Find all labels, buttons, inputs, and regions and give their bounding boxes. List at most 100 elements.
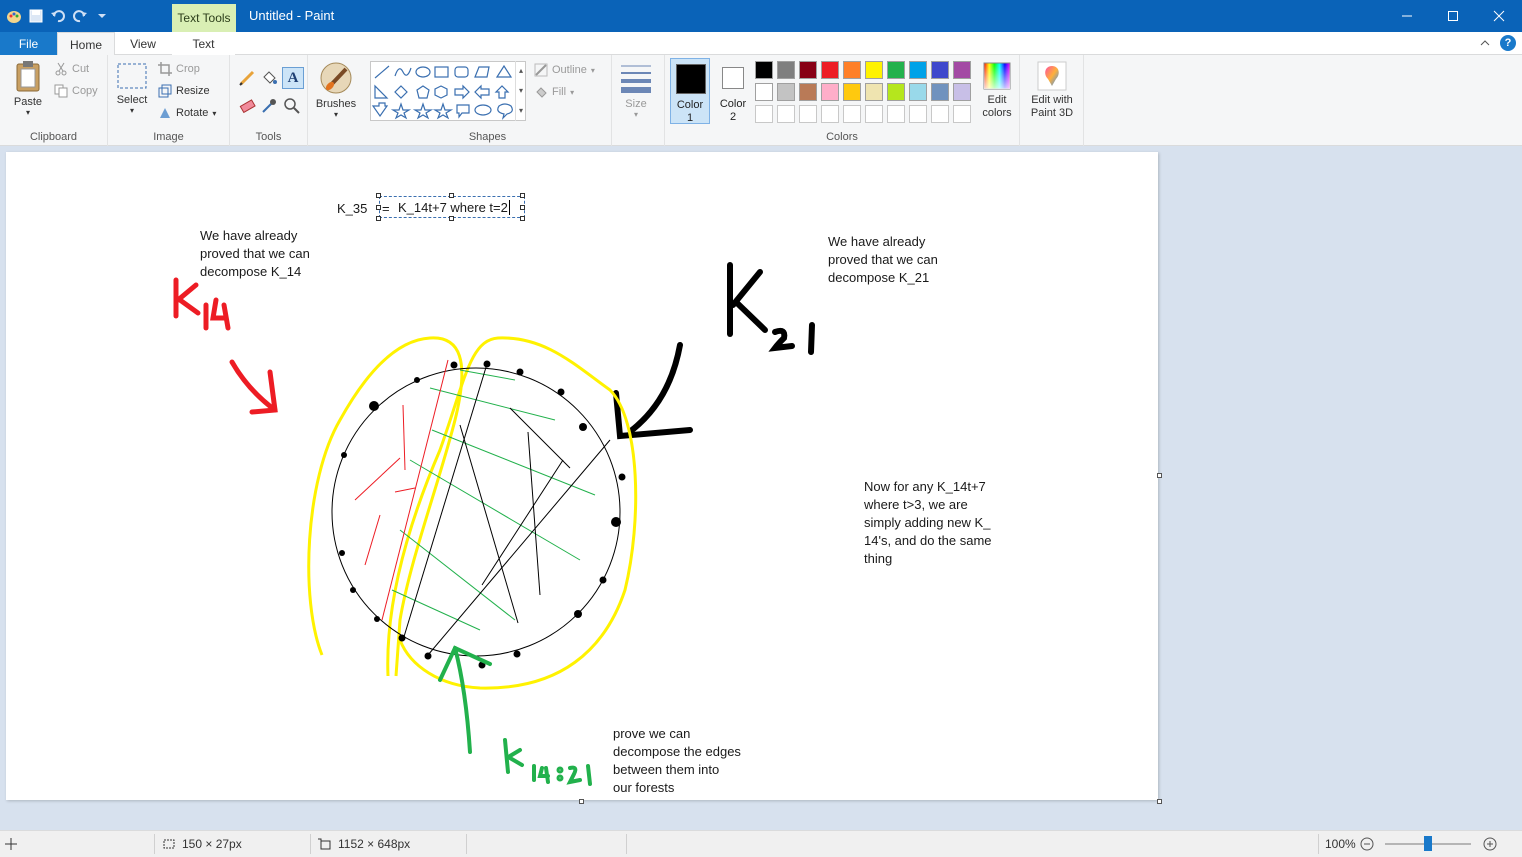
title-bar: Text Tools Untitled - Paint [0,0,1522,32]
select-button[interactable]: Select ▾ [114,61,150,115]
pencil-icon[interactable] [238,69,256,87]
rotate-button[interactable]: Rotate ▾ [158,106,216,120]
size-button[interactable]: Size ▾ [616,61,656,119]
palette-swatch[interactable] [755,105,773,123]
shapes-gallery-icons [371,64,513,120]
minimize-button[interactable] [1384,0,1430,32]
palette-swatch[interactable] [953,83,971,101]
zoom-out-icon[interactable] [1360,837,1374,851]
crop-button[interactable]: Crop [158,62,200,76]
text-box-handle-mr[interactable] [520,205,525,210]
palette-swatch[interactable] [799,105,817,123]
palette-swatch[interactable] [821,83,839,101]
fill-button[interactable]: Fill ▾ [534,85,574,99]
tab-text[interactable]: Text [172,32,235,55]
save-icon[interactable] [28,8,44,24]
fill-label: Fill [552,86,567,98]
text-box-handle-bc[interactable] [449,216,454,221]
customize-qat-icon[interactable] [94,8,110,24]
line-size-icon [621,65,651,93]
palette-swatch[interactable] [843,83,861,101]
magnifier-icon[interactable] [283,97,301,115]
color2-swatch [722,67,744,89]
paint-app-icon[interactable] [6,8,22,24]
text-box-handle-tc[interactable] [449,193,454,198]
help-icon[interactable]: ? [1500,35,1516,51]
palette-swatch[interactable] [755,61,773,79]
tab-home[interactable]: Home [57,32,115,56]
drawing-canvas[interactable]: K_35 = K_14t+7 where t=2 We have already… [6,152,1158,800]
edit-with-paint3d-button[interactable]: Edit with Paint 3D [1024,61,1080,120]
copy-button[interactable]: Copy [54,84,98,98]
canvas-size-icon [318,838,331,850]
resize-icon [158,84,172,98]
cut-label: Cut [72,63,90,75]
brushes-button[interactable]: Brushes ▾ [312,61,360,119]
palette-swatch[interactable] [755,83,773,101]
color-picker-icon[interactable] [260,97,278,115]
palette-swatch[interactable] [887,61,905,79]
palette-swatch[interactable] [777,61,795,79]
fill-bucket-icon[interactable] [260,69,278,87]
tab-view[interactable]: View [115,32,171,55]
palette-swatch[interactable] [799,61,817,79]
redo-icon[interactable] [72,8,88,24]
resize-button[interactable]: Resize [158,84,210,98]
edit-colors-label-1: Edit [987,94,1007,106]
palette-swatch[interactable] [799,83,817,101]
palette-swatch[interactable] [953,61,971,79]
shapes-group: ▴ ▾ ▾ Outline ▾ Fill ▾ Shapes [364,55,612,146]
palette-swatch[interactable] [865,83,883,101]
palette-swatch[interactable] [777,83,795,101]
bottom-note: prove we can decompose the edges between… [613,726,741,795]
outline-button[interactable]: Outline ▾ [534,63,595,77]
palette-swatch[interactable] [821,105,839,123]
collapse-ribbon-icon[interactable] [1480,38,1490,48]
palette-swatch[interactable] [953,105,971,123]
color2-button[interactable]: Color 2 [713,58,753,124]
paste-button[interactable]: Paste ▾ [8,59,48,117]
shapes-scroll[interactable]: ▴ ▾ ▾ [515,61,526,121]
palette-swatch[interactable] [843,105,861,123]
zoom-in-icon[interactable] [1483,837,1497,851]
general-note: Now for any K_14t+7 where t>3, we are si… [864,479,992,566]
canvas-resize-handle-corner[interactable] [1157,799,1162,804]
text-box-handle-tr[interactable] [520,193,525,198]
color1-label: Color [676,99,704,111]
palette-swatch[interactable] [909,61,927,79]
text-box-handle-tl[interactable] [376,193,381,198]
palette-swatch[interactable] [821,61,839,79]
maximize-button[interactable] [1430,0,1476,32]
canvas-resize-handle-bottom[interactable] [579,799,584,804]
cut-button[interactable]: Cut [54,62,89,76]
eraser-icon[interactable] [238,97,256,115]
color1-button[interactable]: Color 1 [670,58,710,124]
palette-swatch[interactable] [931,83,949,101]
palette-swatch[interactable] [909,83,927,101]
palette-swatch[interactable] [887,83,905,101]
text-box-content: K_14t+7 where t=2 [398,200,508,215]
palette-swatch[interactable] [887,105,905,123]
close-button[interactable] [1476,0,1522,32]
palette-swatch[interactable] [931,61,949,79]
canvas-resize-handle-right[interactable] [1157,473,1162,478]
palette-swatch[interactable] [909,105,927,123]
zoom-slider-thumb[interactable] [1424,836,1432,851]
shapes-gallery[interactable] [370,61,526,121]
text-box-handle-br[interactable] [520,216,525,221]
active-text-box[interactable]: K_14t+7 where t=2 [379,196,525,218]
palette-swatch[interactable] [865,105,883,123]
clipboard-group: Paste ▾ Cut Copy Clipboard [0,55,108,146]
palette-swatch[interactable] [931,105,949,123]
palette-swatch[interactable] [777,105,795,123]
palette-swatch[interactable] [865,61,883,79]
undo-icon[interactable] [50,8,66,24]
edit-colors-button[interactable]: Edit colors [977,61,1017,120]
text-tool-icon[interactable]: A [282,67,304,89]
tab-file[interactable]: File [0,32,57,55]
brush-icon [320,62,352,94]
palette-swatch[interactable] [843,61,861,79]
text-box-handle-ml[interactable] [376,205,381,210]
text-box-handle-bl[interactable] [376,216,381,221]
tools-group-label: Tools [255,131,282,143]
